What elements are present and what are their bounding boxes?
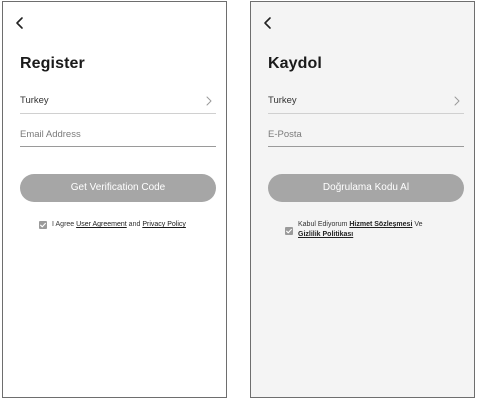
stage: Register Turkey Email Address Get Verifi… [0,0,479,400]
email-placeholder: E-Posta [268,129,302,140]
privacy-policy-link[interactable]: Privacy Policy [142,221,186,228]
agree-prefix: Kabul Ediyorum [298,221,350,228]
agree-and: and [126,221,143,228]
agreement-row: I Agree User Agreement and Privacy Polic… [39,220,219,230]
email-field[interactable]: Email Address [20,123,216,147]
user-agreement-link[interactable]: User Agreement [76,221,127,228]
register-screen-turkish: Kaydol Turkey E-Posta Doğrulama Kodu Al … [250,1,475,398]
get-verification-code-button[interactable]: Get Verification Code [20,174,216,202]
country-value: Turkey [20,95,49,106]
country-selector[interactable]: Turkey [20,90,216,114]
agreement-text: I Agree User Agreement and Privacy Polic… [39,220,219,230]
checkbox-checked-icon[interactable] [39,221,47,229]
user-agreement-link[interactable]: Hizmet Sözleşmesi [349,221,412,228]
country-selector[interactable]: Turkey [268,90,464,114]
chevron-right-icon [206,96,212,106]
agree-prefix: I Agree [52,221,77,228]
country-value: Turkey [268,95,297,106]
page-title: Register [20,55,85,72]
agree-and: Ve [412,221,423,228]
checkbox-checked-icon[interactable] [285,227,293,235]
back-icon[interactable] [261,15,275,31]
email-field[interactable]: E-Posta [268,123,464,147]
back-icon[interactable] [13,15,27,31]
chevron-right-icon [454,96,460,106]
email-placeholder: Email Address [20,129,81,140]
register-screen-english: Register Turkey Email Address Get Verifi… [2,1,227,398]
agreement-row: Kabul Ediyorum Hizmet Sözleşmesi Ve Gizl… [285,220,455,240]
page-title: Kaydol [268,55,322,72]
agreement-text: Kabul Ediyorum Hizmet Sözleşmesi Ve Gizl… [285,220,455,240]
get-verification-code-button[interactable]: Doğrulama Kodu Al [268,174,464,202]
privacy-policy-link[interactable]: Gizlilik Politikası [298,231,353,238]
